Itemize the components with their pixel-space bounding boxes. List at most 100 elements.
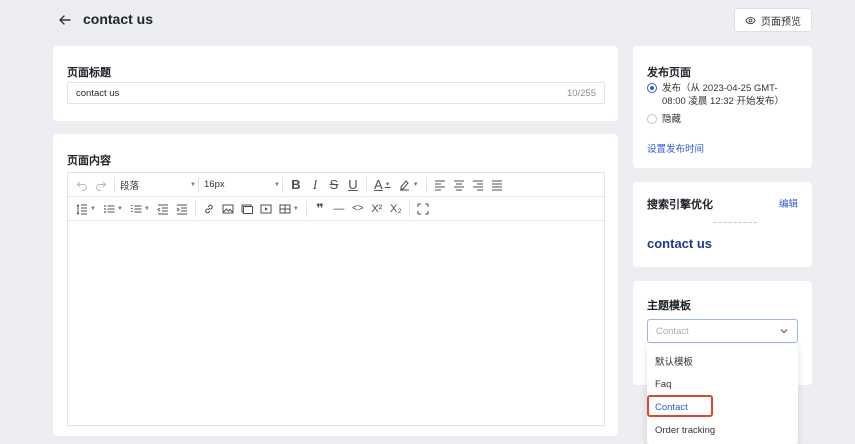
chevron-down-icon <box>780 329 788 334</box>
align-center-button[interactable] <box>451 176 467 194</box>
caret-down-icon: ▼ <box>292 205 299 212</box>
publish-title: 发布页面 <box>647 67 691 79</box>
highlighter-icon <box>399 180 409 191</box>
align-left-icon <box>434 180 445 190</box>
table-button[interactable]: ▼ <box>277 200 301 218</box>
toolbar-divider <box>282 176 283 193</box>
fullscreen-button[interactable] <box>415 200 431 218</box>
rich-text-editor: 段落 ▼ 16px ▼ B I S U A ▼ ▼ ▼ ▼ ▼ ▼ ❞ — <>… <box>67 172 605 426</box>
image-button[interactable] <box>220 200 236 218</box>
font-size-select[interactable]: 16px ▼ <box>204 176 280 194</box>
video-icon <box>260 204 272 213</box>
align-right-button[interactable] <box>470 176 486 194</box>
page-content-card: 页面内容 段落 ▼ 16px ▼ B I S U A ▼ ▼ ▼ ▼ ▼ ▼ ❞… <box>53 134 618 436</box>
page-title-card: 页面标题 contact us 10/255 <box>53 46 618 121</box>
page-preview-label: 页面预览 <box>761 16 801 28</box>
gallery-button[interactable] <box>239 200 255 218</box>
line-height-button[interactable]: ▼ <box>74 200 98 218</box>
bold-button[interactable]: B <box>288 176 304 194</box>
caret-down-icon: ▼ <box>384 181 391 188</box>
font-size-value: 16px <box>204 179 225 190</box>
char-counter: 10/255 <box>566 87 596 99</box>
align-right-icon <box>472 180 483 190</box>
eye-icon <box>745 16 756 24</box>
line-height-icon <box>76 203 87 215</box>
theme-option[interactable]: 默认模板 <box>647 350 798 372</box>
highlight-color-button[interactable]: ▼ <box>396 176 421 194</box>
superscript-icon: X² <box>371 202 383 215</box>
theme-option[interactable]: Faq <box>647 373 798 395</box>
page-preview-button[interactable]: 页面预览 <box>734 8 812 32</box>
theme-option-selected[interactable]: Contact <box>647 396 798 418</box>
blockquote-button[interactable]: ❞ <box>312 200 328 218</box>
horizontal-rule-icon: — <box>333 202 345 215</box>
underline-button[interactable]: U <box>345 176 361 194</box>
theme-template-dropdown: 默认模板 Faq Contact Order tracking <box>647 344 798 444</box>
bullet-list-button[interactable]: ▼ <box>101 200 125 218</box>
redo-button[interactable] <box>93 176 109 194</box>
seo-card: 搜索引擎优化 编辑 ~ ~ ~ ~ ~ ~ ~ ~ ~ contact us <box>633 182 812 267</box>
seo-url-preview: ~ ~ ~ ~ ~ ~ ~ ~ ~ <box>713 220 757 227</box>
image-icon <box>222 204 234 213</box>
superscript-button[interactable]: X² <box>369 200 385 218</box>
toolbar-divider <box>198 176 199 193</box>
paragraph-format-select[interactable]: 段落 ▼ <box>120 176 196 194</box>
italic-icon: I <box>312 176 318 192</box>
toolbar-row-1: 段落 ▼ 16px ▼ B I S U A ▼ ▼ <box>68 173 604 197</box>
caret-down-icon: ▼ <box>116 205 123 212</box>
editor-content-area[interactable] <box>68 221 604 425</box>
indent-icon <box>176 204 187 214</box>
caret-down-icon: ▼ <box>190 181 196 188</box>
toolbar-divider <box>305 200 307 217</box>
outdent-button[interactable] <box>155 200 171 218</box>
page-header: contact us 页面预览 <box>52 8 812 32</box>
subscript-button[interactable]: X₂ <box>388 200 404 218</box>
align-center-icon <box>453 180 464 190</box>
quote-icon: ❞ <box>315 200 324 216</box>
caret-down-icon: ▼ <box>143 205 150 212</box>
subscript-icon: X₂ <box>390 202 402 215</box>
outdent-icon <box>157 204 168 214</box>
align-left-button[interactable] <box>432 176 448 194</box>
publish-radio-option[interactable]: 发布（从 2023-04-25 GMT-08:00 凌晨 12:32 开始发布） <box>647 82 797 108</box>
theme-select-placeholder: Contact <box>656 325 689 337</box>
toolbar-divider <box>366 176 367 193</box>
seo-edit-link[interactable]: 编辑 <box>779 196 798 210</box>
bold-icon: B <box>291 177 301 192</box>
link-icon <box>205 204 213 213</box>
align-justify-icon <box>491 180 502 190</box>
horizontal-rule-button[interactable]: — <box>331 200 347 218</box>
paragraph-format-value: 段落 <box>120 180 140 192</box>
strikethrough-button[interactable]: S <box>326 176 342 194</box>
caret-down-icon: ▼ <box>90 205 96 212</box>
undo-button[interactable] <box>74 176 90 194</box>
seo-preview-title: contact us <box>647 236 713 251</box>
publish-card: 发布页面 发布（从 2023-04-25 GMT-08:00 凌晨 12:32 … <box>633 46 812 168</box>
indent-button[interactable] <box>174 200 190 218</box>
code-button[interactable]: <> <box>350 200 366 218</box>
caret-down-icon: ▼ <box>274 181 280 188</box>
arrow-left-icon <box>59 15 71 25</box>
set-publish-time-link[interactable]: 设置发布时间 <box>647 141 704 155</box>
link-button[interactable] <box>201 200 217 218</box>
theme-template-select[interactable]: Contact <box>647 319 798 343</box>
theme-option[interactable]: Order tracking <box>647 419 798 441</box>
italic-button[interactable]: I <box>307 176 323 194</box>
video-button[interactable] <box>258 200 274 218</box>
hide-radio-option[interactable]: 隐藏 <box>647 113 681 126</box>
numbered-list-icon <box>130 204 142 212</box>
back-button[interactable] <box>54 9 76 31</box>
font-color-icon: A <box>374 177 383 192</box>
table-icon <box>279 204 291 213</box>
page-title: contact us <box>83 11 154 27</box>
numbered-list-button[interactable]: ▼ <box>128 200 152 218</box>
toolbar-divider <box>408 200 410 217</box>
strikethrough-icon: S <box>329 177 339 192</box>
redo-icon <box>96 181 107 191</box>
font-color-button[interactable]: A ▼ <box>372 176 393 194</box>
align-justify-button[interactable] <box>489 176 505 194</box>
page-title-input[interactable]: contact us 10/255 <box>67 82 605 104</box>
toolbar-divider <box>194 200 196 217</box>
underline-icon: U <box>348 177 358 192</box>
toolbar-row-2: ▼ ▼ ▼ ▼ ❞ — <> X² X₂ <box>68 197 604 221</box>
